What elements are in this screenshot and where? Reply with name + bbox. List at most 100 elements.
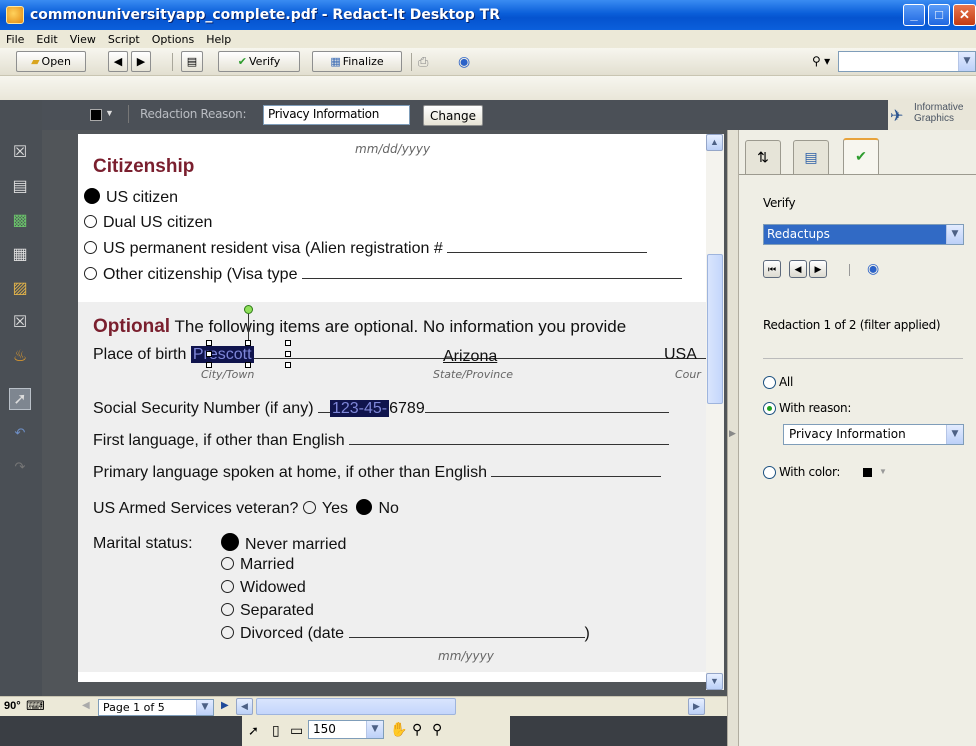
redacted-ssn[interactable]: 123-45- xyxy=(329,400,390,417)
tab-notes[interactable]: ▤ xyxy=(793,140,829,174)
menu-edit[interactable]: Edit xyxy=(30,33,63,46)
horizontal-scroll-thumb[interactable] xyxy=(256,698,456,715)
vertical-scrollbar[interactable]: ▲ ▼ xyxy=(706,134,724,690)
menu-file[interactable]: File xyxy=(0,33,30,46)
redaction-color-swatch[interactable] xyxy=(90,109,102,121)
tab-divider xyxy=(739,174,976,175)
document-page[interactable]: mm/dd/yyyy Citizenship US citizen Dual U… xyxy=(78,134,706,682)
menu-view[interactable]: View xyxy=(64,33,102,46)
zoom-area-icon[interactable]: ⚲ xyxy=(412,721,422,738)
redaction-toolbar: ➚ ▼ Redaction Reason: Privacy Informatio… xyxy=(0,100,976,130)
zoom-in-icon[interactable]: ⚲ xyxy=(432,721,442,738)
minimize-button[interactable]: _ xyxy=(903,4,925,26)
next-page-button[interactable]: ▶ xyxy=(131,51,151,72)
menu-options[interactable]: Options xyxy=(146,33,200,46)
selection-handle[interactable] xyxy=(206,362,212,368)
filter-reason-radio[interactable] xyxy=(763,402,776,415)
citizen-option: US permanent resident visa (Alien regist… xyxy=(84,240,648,258)
chevron-down-icon[interactable]: ▼ xyxy=(105,108,114,118)
chevron-down-icon[interactable]: ▼ xyxy=(879,467,887,476)
folder-redact-icon[interactable]: ▨ xyxy=(9,278,31,300)
reason-select[interactable]: Privacy Information ▼ xyxy=(783,424,964,445)
binoculars-icon[interactable]: ⚲ ▾ xyxy=(812,54,830,68)
selection-handle[interactable] xyxy=(285,362,291,368)
redaction-reason-field[interactable]: Privacy Information xyxy=(263,105,410,125)
radio-empty-icon xyxy=(221,603,234,616)
redaction-status: Redaction 1 of 2 (filter applied) xyxy=(763,318,941,332)
fit-page-button[interactable]: ▤ xyxy=(181,51,203,72)
splitter-arrow-icon[interactable]: ▶ xyxy=(729,428,736,439)
first-redaction-button[interactable]: ⏮ xyxy=(763,260,781,278)
text-redact-icon[interactable]: ▤ xyxy=(9,176,31,198)
single-page-icon[interactable]: ▯ xyxy=(272,722,280,739)
citizen-option: US citizen xyxy=(84,188,178,207)
radio-filled-icon xyxy=(221,533,239,551)
logo-icon: ✈ xyxy=(890,108,904,125)
pattern-redact-icon[interactable]: ▦ xyxy=(9,244,31,266)
citizen-option: Dual US citizen xyxy=(84,214,212,232)
verify-select[interactable]: Redactups ▼ xyxy=(763,224,964,245)
first-language-row: First language, if other than English xyxy=(93,432,670,450)
selection-handle[interactable] xyxy=(206,340,212,346)
pointer-icon[interactable]: ➚ xyxy=(248,723,259,739)
verify-button[interactable]: ✔ Verify xyxy=(218,51,300,72)
change-button[interactable]: Change xyxy=(423,105,483,126)
redacted-city[interactable]: Prescott xyxy=(190,346,254,363)
scroll-right-arrow-icon[interactable]: ▶ xyxy=(688,698,705,715)
first-page-icon[interactable]: ◀ xyxy=(82,700,90,711)
prev-page-button[interactable]: ◀ xyxy=(108,51,128,72)
undo-icon[interactable]: ↶ xyxy=(9,422,31,444)
filter-color-swatch[interactable] xyxy=(863,468,872,477)
selection-handle[interactable] xyxy=(245,362,251,368)
menu-script[interactable]: Script xyxy=(102,33,146,46)
rotation-readout[interactable]: 90° xyxy=(4,700,21,712)
filter-all-radio[interactable] xyxy=(763,376,776,389)
scroll-up-arrow-icon[interactable]: ▲ xyxy=(706,134,723,151)
pointer-tool-icon[interactable]: ➚ xyxy=(9,388,31,410)
chevron-down-icon: ▼ xyxy=(196,700,213,715)
scrollbar-thumb[interactable] xyxy=(707,254,723,404)
stamp-icon[interactable]: ♨ xyxy=(9,346,31,368)
title-bar: commonuniversityapp_complete.pdf - Redac… xyxy=(0,0,976,30)
menu-help[interactable]: Help xyxy=(200,33,237,46)
next-page-icon[interactable]: ▶ xyxy=(221,700,229,711)
ssn-row: Social Security Number (if any) 123-45- 6… xyxy=(93,400,669,418)
finalize-button[interactable]: ▦ Finalize xyxy=(312,51,402,72)
help-icon[interactable]: ◉ xyxy=(867,260,879,277)
tab-sort[interactable]: ⇅ xyxy=(745,140,781,174)
search-input[interactable]: ▼ xyxy=(838,51,976,72)
verify-label: Verify xyxy=(763,196,796,210)
green-redact-icon[interactable]: ▩ xyxy=(9,210,31,232)
scroll-down-arrow-icon[interactable]: ▼ xyxy=(706,673,723,690)
open-button[interactable]: ▰ Open xyxy=(16,51,86,72)
facing-pages-icon[interactable]: ▭ xyxy=(290,722,303,739)
next-redaction-button[interactable]: ▶ xyxy=(809,260,827,278)
open-label: Open xyxy=(41,55,71,68)
page-selector[interactable]: Page 1 of 5 ▼ xyxy=(98,699,214,716)
rotate-handle[interactable] xyxy=(244,305,253,314)
page-redact-icon[interactable]: ☒ xyxy=(9,312,31,334)
box-redact-icon[interactable]: ☒ xyxy=(9,142,31,164)
marital-option: Separated xyxy=(221,602,314,620)
notes-icon: ▤ xyxy=(804,149,818,165)
scroll-left-arrow-icon[interactable]: ◀ xyxy=(236,698,253,715)
filter-reason-label: With reason: xyxy=(779,401,852,415)
hand-icon[interactable]: ✋ xyxy=(390,721,407,738)
close-button[interactable]: ✕ xyxy=(953,4,976,26)
print-icon[interactable]: ⎙ xyxy=(418,54,428,70)
marital-option: Never married xyxy=(221,533,346,554)
prev-redaction-button[interactable]: ◀ xyxy=(789,260,807,278)
filter-color-radio[interactable] xyxy=(763,466,776,479)
help-icon[interactable]: ◉ xyxy=(458,53,470,70)
monitor-icon[interactable]: ⌨ xyxy=(26,698,45,714)
selection-handle[interactable] xyxy=(285,351,291,357)
selection-handle[interactable] xyxy=(206,351,212,357)
selection-handle[interactable] xyxy=(245,340,251,346)
panel-splitter[interactable]: ▶ xyxy=(727,130,738,746)
maximize-button[interactable]: □ xyxy=(928,4,950,26)
selection-handle[interactable] xyxy=(285,340,291,346)
tab-verify[interactable]: ✔ xyxy=(843,138,879,174)
zoom-select[interactable]: 150 ▼ xyxy=(308,720,384,739)
redo-icon[interactable]: ↷ xyxy=(9,456,31,478)
panel-divider xyxy=(763,358,963,359)
